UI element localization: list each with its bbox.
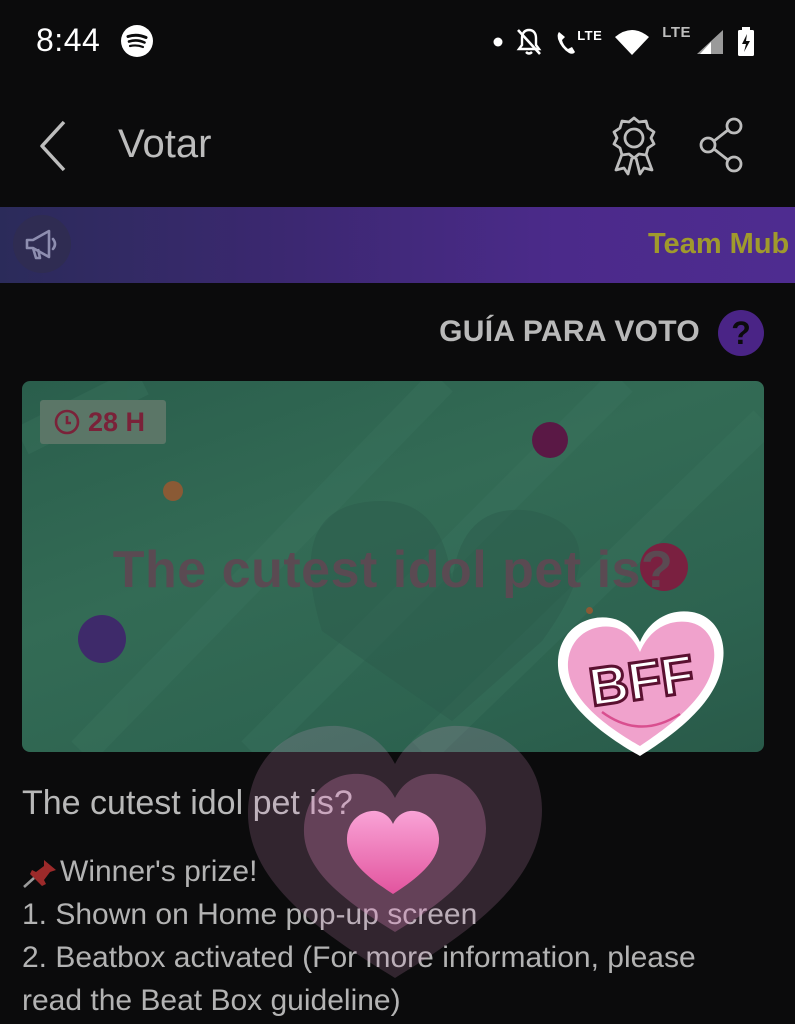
spotify-icon	[121, 25, 153, 57]
lte-label: LTE	[577, 28, 603, 43]
vote-guide-link[interactable]: GUÍA PARA VOTO	[439, 315, 700, 349]
timer-badge: 28 H	[40, 400, 166, 444]
decor-dot-crimson	[532, 422, 568, 458]
lte-label-2: LTE	[662, 24, 691, 41]
battery-charging-icon	[738, 27, 754, 56]
megaphone-button[interactable]	[13, 215, 71, 273]
pushpin-icon	[23, 860, 56, 889]
notifications-off-icon	[516, 28, 542, 55]
back-button[interactable]	[34, 118, 74, 174]
decor-dot-orange	[163, 481, 183, 501]
clock-icon	[54, 409, 80, 435]
award-icon[interactable]	[604, 114, 664, 176]
help-button[interactable]: ?	[718, 310, 764, 356]
banner-marquee-text[interactable]: Team Mub	[648, 228, 789, 261]
status-icons: LTE LTE	[493, 22, 755, 62]
notification-dot-icon	[493, 37, 503, 47]
prize-heading: Winner's prize!	[60, 855, 258, 888]
decor-dot-purple	[78, 615, 126, 663]
card-title: The cutest idol pet is?	[112, 541, 674, 599]
wifi-icon	[615, 30, 650, 55]
timer-text: 28 H	[88, 406, 146, 437]
volte-call-icon: LTE	[555, 28, 602, 56]
status-time: 8:44	[36, 22, 101, 58]
megaphone-icon	[25, 229, 57, 260]
description-line: read the Beat Box guideline)	[22, 984, 401, 1017]
heart-vote-button[interactable]	[246, 720, 544, 980]
page-title: Votar	[118, 122, 212, 166]
bff-heart-sticker: BFF	[557, 611, 724, 756]
cell-signal-icon	[697, 30, 723, 54]
share-icon[interactable]	[696, 116, 748, 174]
